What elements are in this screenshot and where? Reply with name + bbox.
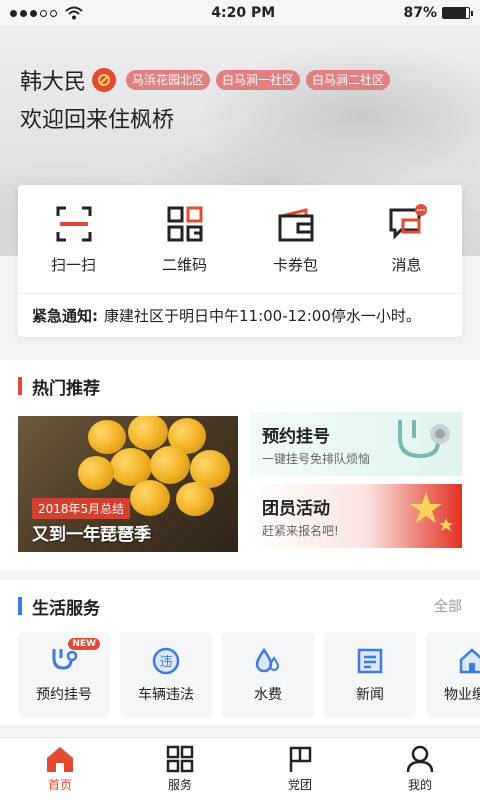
user-name: 韩大民 — [20, 70, 87, 95]
wallet-label: 卡券包 — [272, 255, 318, 274]
status-time: 4:20 PM — [211, 5, 276, 21]
service-water-fee[interactable]: 水费 — [222, 632, 314, 718]
tab-label: 党团 — [287, 778, 312, 792]
flag-icon — [289, 746, 312, 772]
signal-icon — [10, 9, 57, 17]
life-title-text: 生活服务 — [32, 598, 100, 619]
qrcode-label: 二维码 — [161, 255, 207, 274]
violation-icon: 违 — [152, 647, 180, 675]
service-label: 车辆违法 — [138, 687, 194, 703]
service-label: 物业缴费 — [444, 687, 480, 703]
feature-title: 又到一年琵琶季 — [32, 525, 151, 545]
tab-services[interactable]: 服务 — [120, 738, 240, 800]
tab-home[interactable]: 首页 — [0, 738, 120, 800]
service-news[interactable]: 新闻 — [324, 632, 416, 718]
battery-percent: 87% — [403, 5, 437, 21]
qrcode-button[interactable]: 二维码 — [129, 185, 240, 293]
new-badge: NEW — [68, 638, 100, 650]
user-icon — [406, 745, 434, 773]
service-label: 水费 — [254, 687, 282, 703]
feature-card[interactable]: 2018年5月总结 又到一年琵琶季 — [18, 416, 238, 552]
user-row: 韩大民 马浜花园北区 白马涧一社区 白马涧二社区 — [20, 64, 391, 96]
message-icon — [389, 203, 427, 240]
grid-icon — [166, 745, 194, 773]
scan-label: 扫一扫 — [50, 255, 96, 274]
tab-mine[interactable]: 我的 — [360, 738, 480, 800]
feature-date: 2018年5月总结 — [32, 498, 131, 519]
message-button[interactable]: 消息 — [351, 185, 462, 293]
hot-section: 热门推荐 2018年5月总结 又到一年琵琶季 预约挂号 一键挂号免排队烦恼 团员… — [0, 360, 480, 570]
scan-icon — [56, 206, 91, 241]
battery-icon — [442, 7, 473, 19]
service-property[interactable]: 物业缴费 — [426, 632, 480, 718]
party-emblem-icon — [92, 68, 117, 92]
hot-title-text: 热门推荐 — [32, 378, 100, 399]
tab-label: 我的 — [407, 778, 432, 792]
community-tags: 马浜花园北区 白马涧一社区 白马涧二社区 — [126, 70, 391, 90]
hot-header: 热门推荐 — [0, 360, 480, 412]
property-icon — [459, 648, 480, 674]
battery-fill — [443, 8, 466, 18]
promo-title: 预约挂号 — [262, 427, 330, 447]
status-left — [10, 6, 83, 20]
notice-label: 紧急通知: — [32, 307, 98, 325]
bottom-tab-bar: 首页 服务 党团 我的 — [0, 737, 480, 800]
view-all-link[interactable]: 全部 — [434, 596, 462, 616]
welcome-text: 欢迎回来住枫桥 — [20, 108, 175, 133]
promo-appointment[interactable]: 预约挂号 一键挂号免排队烦恼 — [250, 412, 462, 476]
service-list: NEW 预约挂号 违 车辆违法 水费 新闻 物业缴 — [0, 632, 480, 718]
tab-label: 服务 — [167, 778, 192, 792]
promo-title: 团员活动 — [262, 499, 330, 519]
community-tag[interactable]: 马浜花园北区 — [126, 70, 211, 90]
star-flag-icon — [410, 492, 453, 531]
promo-league-activity[interactable]: 团员活动 赶紧来报名吧! — [250, 484, 462, 548]
service-label: 新闻 — [356, 687, 384, 703]
notice-text: 康建社区于明日中午11:00-12:00停水一小时。 — [104, 307, 421, 325]
message-label: 消息 — [391, 255, 422, 274]
wallet-button[interactable]: 卡券包 — [240, 185, 351, 293]
hot-title: 热门推荐 — [18, 374, 100, 399]
wallet-icon — [278, 207, 313, 241]
tab-party[interactable]: 党团 — [240, 738, 360, 800]
quick-action-card: 扫一扫 二维码 卡券包 消息 紧急通知: 康建社区于明日中午11:00-12:0… — [18, 185, 462, 337]
qrcode-icon — [167, 206, 202, 241]
life-section: 生活服务 全部 NEW 预约挂号 违 车辆违法 水费 新闻 物业缴 — [0, 580, 480, 725]
life-title: 生活服务 — [18, 594, 100, 619]
promo-subtitle: 赶紧来报名吧! — [262, 524, 339, 538]
wifi-icon — [65, 6, 83, 20]
status-bar: 4:20 PM 87% — [0, 0, 480, 26]
stethoscope-icon — [52, 649, 78, 670]
water-drop-icon — [255, 647, 280, 673]
service-violation[interactable]: 违 车辆违法 — [120, 632, 212, 718]
tab-label: 首页 — [47, 778, 72, 792]
promo-subtitle: 一键挂号免排队烦恼 — [262, 452, 371, 466]
quick-action-row: 扫一扫 二维码 卡券包 消息 — [18, 185, 462, 293]
service-appointment[interactable]: NEW 预约挂号 — [18, 632, 110, 718]
community-tag[interactable]: 白马涧一社区 — [216, 70, 301, 90]
service-label: 预约挂号 — [36, 687, 92, 703]
home-icon — [47, 747, 73, 772]
svg-text:违: 违 — [159, 655, 172, 670]
urgent-notice[interactable]: 紧急通知: 康建社区于明日中午11:00-12:00停水一小时。 — [18, 293, 462, 337]
community-tag[interactable]: 白马涧二社区 — [306, 70, 391, 90]
life-header: 生活服务 全部 — [0, 580, 480, 632]
battery-status: 87% — [403, 5, 473, 21]
stethoscope-icon — [398, 420, 450, 459]
news-icon — [357, 648, 383, 674]
scan-button[interactable]: 扫一扫 — [18, 185, 129, 293]
